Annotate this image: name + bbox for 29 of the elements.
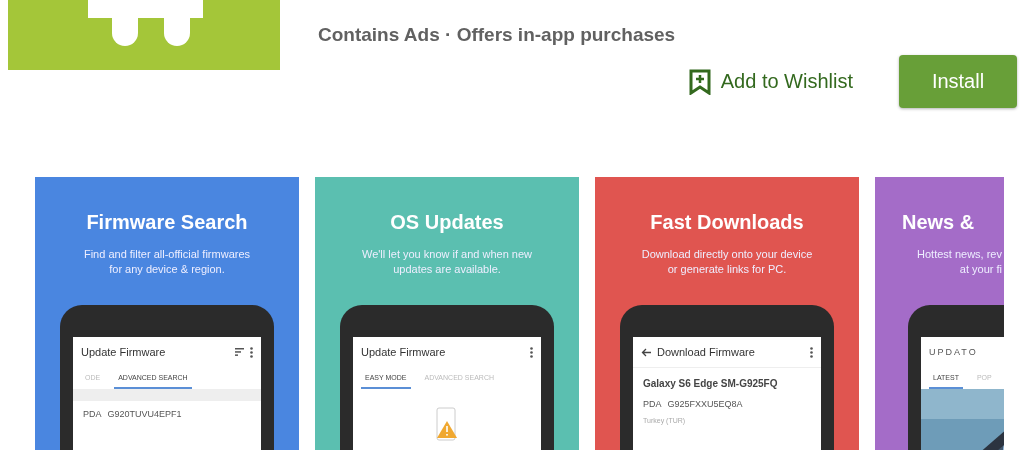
firmware-label: PDA (83, 409, 102, 419)
screenshot-title: Firmware Search (86, 211, 248, 234)
screenshot-title: News & (902, 211, 975, 234)
screenshot-title: Fast Downloads (650, 211, 804, 234)
screenshot-caption: Hottest news, rev (917, 248, 1002, 260)
screenshot-caption: or generate links for PC. (667, 263, 787, 275)
screenshot-caption: updates are available. (393, 263, 501, 275)
back-arrow-icon[interactable] (641, 347, 651, 357)
screenshot-caption: Find and filter all-official firmwares (83, 248, 251, 260)
firmware-code: G920TUVU4EPF1 (107, 409, 182, 419)
more-icon[interactable] (530, 346, 533, 358)
sort-icon[interactable] (235, 348, 244, 356)
app-meta: Contains Ads · Offers in-app purchases (318, 24, 676, 46)
screenshot-caption: We'll let you know if and when new (361, 248, 532, 260)
more-icon[interactable] (810, 346, 813, 358)
screenshot-caption: for any device & region. (109, 263, 225, 275)
app-logo: UPDATO (929, 347, 978, 357)
wishlist-button[interactable]: Add to Wishlist (688, 68, 853, 95)
screenshot-title: OS Updates (390, 211, 504, 234)
screen-title: Download Firmware (657, 346, 756, 358)
more-icon[interactable] (250, 346, 253, 358)
device-name: Galaxy S6 Edge SM-G925FQ (633, 367, 821, 391)
firmware-label: PDA (643, 399, 662, 409)
screen-title: Update Firmware (81, 346, 167, 358)
bookmark-add-icon (688, 68, 711, 95)
screenshot-caption: at your fi (959, 263, 1002, 275)
screen-title: Update Firmware (361, 346, 447, 358)
firmware-code: G925FXXU5EQ8A (667, 399, 743, 409)
screenshot-caption: Download directly onto your device (641, 248, 813, 260)
